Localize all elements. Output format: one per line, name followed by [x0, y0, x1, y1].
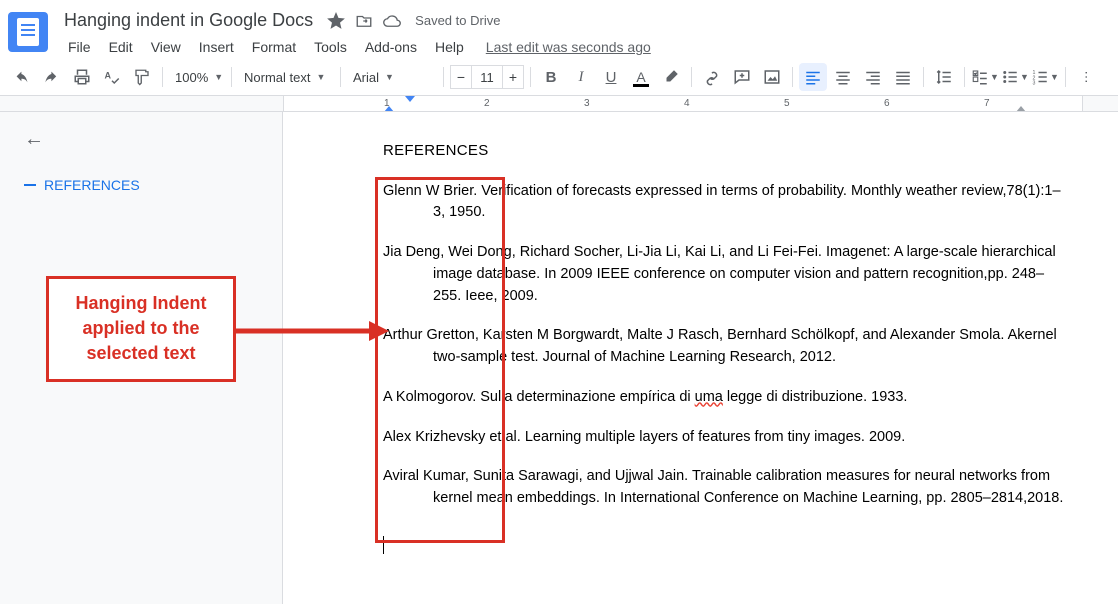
svg-text:A: A — [105, 71, 112, 81]
menu-tools[interactable]: Tools — [306, 35, 355, 59]
bold-button[interactable]: B — [537, 63, 565, 91]
font-select[interactable]: Arial▼ — [347, 63, 437, 91]
align-left-button[interactable] — [799, 63, 827, 91]
outline-item-label: REFERENCES — [44, 177, 140, 193]
annotation-box: Hanging Indent applied to the selected t… — [46, 276, 236, 382]
menu-addons[interactable]: Add-ons — [357, 35, 425, 59]
document-area[interactable]: REFERENCES Glenn W Brier. Verification o… — [283, 112, 1118, 604]
text-cursor — [383, 536, 384, 554]
menu-insert[interactable]: Insert — [191, 35, 242, 59]
reference-entry[interactable]: Aviral Kumar, Sunita Sarawagi, and Ujjwa… — [383, 466, 1070, 510]
outline-dash-icon — [24, 184, 36, 186]
ruler-mark: 6 — [884, 98, 890, 109]
ruler-mark: 5 — [784, 98, 790, 109]
annotation-line: applied to the — [63, 316, 219, 341]
title-row: Hanging indent in Google Docs Saved to D… — [60, 8, 1102, 33]
outline-item-references[interactable]: REFERENCES — [24, 171, 266, 199]
line-spacing-button[interactable] — [930, 63, 958, 91]
menu-bar: File Edit View Insert Format Tools Add-o… — [60, 35, 1102, 59]
document-title[interactable]: Hanging indent in Google Docs — [60, 8, 317, 33]
zoom-select[interactable]: 100%▼ — [169, 63, 225, 91]
menu-file[interactable]: File — [60, 35, 99, 59]
separator — [792, 67, 793, 87]
move-icon[interactable] — [355, 12, 373, 30]
ruler-track[interactable]: 1 2 3 4 5 6 7 — [283, 96, 1083, 112]
font-size-group: − + — [450, 65, 524, 89]
align-right-button[interactable] — [859, 63, 887, 91]
annotation-overlay: Hanging Indent applied to the selected t… — [46, 276, 236, 382]
reference-entry[interactable]: Glenn W Brier. Verification of forecasts… — [383, 181, 1070, 225]
star-icon[interactable] — [327, 12, 345, 30]
annotation-arrow-icon — [234, 316, 394, 346]
reference-entry[interactable]: Arthur Gretton, Karsten M Borgwardt, Mal… — [383, 325, 1070, 369]
heading-references[interactable]: REFERENCES — [383, 140, 1070, 163]
decrease-font-button[interactable]: − — [450, 65, 472, 89]
spellcheck-button[interactable]: A — [98, 63, 126, 91]
menu-help[interactable]: Help — [427, 35, 472, 59]
highlight-button[interactable] — [657, 63, 685, 91]
title-area: Hanging indent in Google Docs Saved to D… — [60, 8, 1102, 59]
text-color-button[interactable]: A — [627, 63, 655, 91]
add-comment-button[interactable] — [728, 63, 756, 91]
svg-text:3: 3 — [1033, 81, 1036, 87]
separator — [443, 67, 444, 87]
ruler-mark: 4 — [684, 98, 690, 109]
reference-entry[interactable]: Jia Deng, Wei Dong, Richard Socher, Li-J… — [383, 242, 1070, 307]
reference-entry[interactable]: Alex Krizhevsky et al. Learning multiple… — [383, 427, 1070, 449]
more-button[interactable]: ⋯ — [1072, 63, 1100, 91]
separator — [162, 67, 163, 87]
separator — [1065, 67, 1066, 87]
separator — [691, 67, 692, 87]
increase-font-button[interactable]: + — [502, 65, 524, 89]
spelling-error[interactable]: uma — [695, 389, 723, 405]
checklist-button[interactable]: ▼ — [971, 63, 999, 91]
align-justify-button[interactable] — [889, 63, 917, 91]
paint-format-button[interactable] — [128, 63, 156, 91]
separator — [231, 67, 232, 87]
ruler-mark: 2 — [484, 98, 490, 109]
annotation-line: selected text — [63, 341, 219, 366]
last-edit-link[interactable]: Last edit was seconds ago — [486, 39, 651, 55]
bulleted-list-button[interactable]: ▼ — [1001, 63, 1029, 91]
menu-format[interactable]: Format — [244, 35, 304, 59]
redo-button[interactable] — [38, 63, 66, 91]
font-size-input[interactable] — [472, 65, 502, 89]
print-button[interactable] — [68, 63, 96, 91]
undo-button[interactable] — [8, 63, 36, 91]
separator — [964, 67, 965, 87]
separator — [340, 67, 341, 87]
docs-logo[interactable] — [8, 12, 48, 52]
insert-link-button[interactable] — [698, 63, 726, 91]
outline-back-button[interactable]: ← — [24, 128, 44, 151]
separator — [530, 67, 531, 87]
document-content[interactable]: REFERENCES Glenn W Brier. Verification o… — [383, 140, 1070, 562]
cloud-icon[interactable] — [383, 12, 401, 30]
ruler[interactable]: 1 2 3 4 5 6 7 — [0, 96, 1118, 112]
ruler-mark: 7 — [984, 98, 990, 109]
app-header: Hanging indent in Google Docs Saved to D… — [0, 0, 1118, 59]
annotation-line: Hanging Indent — [63, 291, 219, 316]
underline-button[interactable]: U — [597, 63, 625, 91]
paragraph-style-select[interactable]: Normal text▼ — [238, 63, 334, 91]
toolbar: A 100%▼ Normal text▼ Arial▼ − + B I U A … — [0, 59, 1118, 96]
align-center-button[interactable] — [829, 63, 857, 91]
italic-button[interactable]: I — [567, 63, 595, 91]
menu-view[interactable]: View — [143, 35, 189, 59]
ruler-mark: 3 — [584, 98, 590, 109]
separator — [923, 67, 924, 87]
numbered-list-button[interactable]: 123▼ — [1031, 63, 1059, 91]
reference-entry[interactable]: A Kolmogorov. Sulla determinazione empír… — [383, 387, 1070, 409]
saved-status: Saved to Drive — [415, 13, 500, 28]
insert-image-button[interactable] — [758, 63, 786, 91]
menu-edit[interactable]: Edit — [101, 35, 141, 59]
